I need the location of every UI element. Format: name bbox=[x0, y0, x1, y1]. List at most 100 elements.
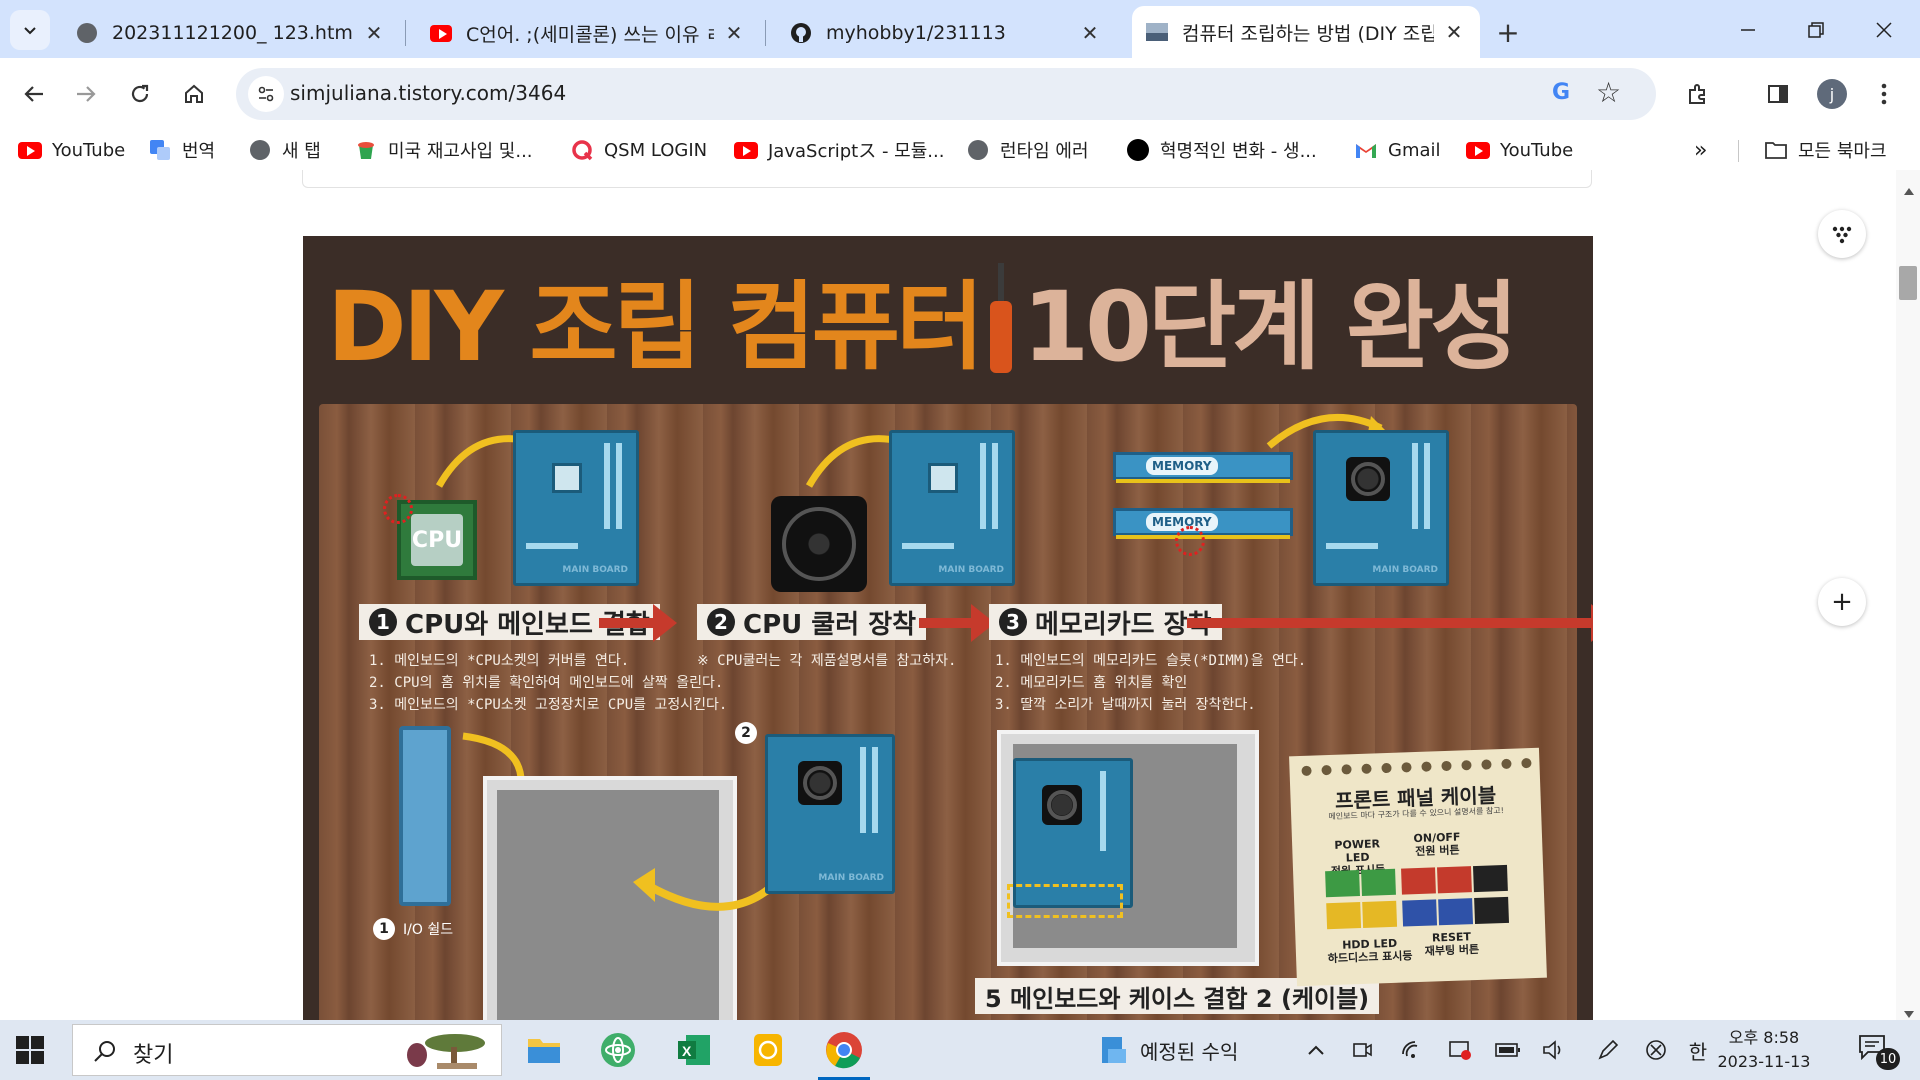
red-line bbox=[1187, 604, 1593, 642]
share-button[interactable] bbox=[1818, 210, 1866, 258]
windows-start-icon[interactable] bbox=[16, 1036, 44, 1064]
zoom-plus-button[interactable]: + bbox=[1818, 578, 1866, 626]
github-icon bbox=[790, 22, 812, 44]
reload-button[interactable] bbox=[118, 72, 162, 116]
youtube-icon bbox=[18, 138, 42, 162]
notification-center[interactable]: 10 bbox=[1858, 1034, 1900, 1070]
home-button[interactable] bbox=[172, 72, 216, 116]
ime-indicator[interactable]: 한 bbox=[1682, 1034, 1714, 1066]
io-shield-caption: 1 I/O 쉴드 bbox=[373, 918, 453, 940]
scroll-up-icon[interactable] bbox=[1904, 188, 1914, 195]
scroll-down-icon[interactable] bbox=[1904, 1011, 1914, 1018]
restore-button[interactable] bbox=[1786, 8, 1846, 52]
bookmark-runtime-error[interactable]: 런타임 에러 bbox=[966, 134, 1089, 166]
more-bookmarks-chevron-icon[interactable]: » bbox=[1694, 134, 1707, 166]
close-window-button[interactable] bbox=[1854, 8, 1914, 52]
search-label: 찾기 bbox=[133, 1043, 174, 1068]
io-shield bbox=[399, 726, 451, 906]
widget-news[interactable]: 예정된 수익 bbox=[1100, 1032, 1238, 1068]
bookmark-new-tab[interactable]: 새 탭 bbox=[248, 134, 321, 166]
bookmark-javascript[interactable]: JavaScriptス - 모듈... bbox=[734, 134, 944, 166]
widget-label: 예정된 수익 bbox=[1140, 1039, 1239, 1064]
bookmark-label: YouTube bbox=[52, 139, 126, 161]
tab-strip: 202311121200_ 123.html ✕ C언어. ;(세미콜론) 쓰는… bbox=[0, 0, 1920, 58]
profile-button[interactable]: j bbox=[1810, 72, 1854, 116]
mainboard: MAIN BOARD bbox=[765, 734, 895, 894]
new-tab-button[interactable]: + bbox=[1488, 12, 1528, 52]
tray-chevron-up-icon[interactable] bbox=[1300, 1034, 1332, 1066]
battery-icon[interactable] bbox=[1492, 1034, 1524, 1066]
desc-line: 1. 메인보드의 *CPU소켓의 커버를 연다. bbox=[369, 653, 630, 669]
scroll-thumb[interactable] bbox=[1899, 266, 1917, 300]
bookmark-gmail[interactable]: Gmail bbox=[1354, 134, 1441, 166]
system-clock[interactable]: 오후 8:58 2023-11-13 bbox=[1716, 1026, 1812, 1074]
pen-icon[interactable] bbox=[1592, 1034, 1624, 1066]
step-1-number: 1 bbox=[369, 608, 397, 636]
bookmark-qsm-login[interactable]: QSM LOGIN bbox=[570, 134, 707, 166]
tab-title: 202311121200_ 123.html bbox=[112, 22, 354, 44]
extensions-button[interactable] bbox=[1676, 72, 1720, 116]
tab-3[interactable]: myhobby1/231113 ✕ bbox=[776, 8, 1116, 58]
blocked-circle-icon[interactable] bbox=[1640, 1034, 1672, 1066]
excel-icon[interactable]: X bbox=[672, 1028, 716, 1072]
bookmark-translate[interactable]: 번역 bbox=[148, 134, 215, 166]
bookmark-us-inventory[interactable]: 미국 재고사입 및... bbox=[354, 134, 533, 166]
close-tab-icon[interactable]: ✕ bbox=[1442, 20, 1466, 44]
close-tab-icon[interactable]: ✕ bbox=[722, 21, 746, 45]
chevron-down-icon bbox=[24, 27, 36, 35]
volume-icon[interactable] bbox=[1538, 1034, 1570, 1066]
memory-label: MEMORY bbox=[1146, 457, 1218, 475]
notification-count: 10 bbox=[1876, 1048, 1900, 1070]
close-tab-icon[interactable]: ✕ bbox=[362, 21, 386, 45]
tab-4-active[interactable]: 컴퓨터 조립하는 방법 (DIY 조립 ✕ bbox=[1132, 6, 1480, 58]
address-bar[interactable]: simjuliana.tistory.com/3464 G ☆ bbox=[236, 68, 1656, 120]
bookmark-label: 새 탭 bbox=[282, 141, 321, 162]
step-2-title: CPU 쿨러 장착 bbox=[743, 609, 917, 640]
tab-title: myhobby1/231113 bbox=[826, 22, 1006, 44]
all-bookmarks-button[interactable]: 모든 북마크 bbox=[1764, 134, 1887, 166]
screen-record-icon[interactable] bbox=[1444, 1034, 1476, 1066]
taskbar-search[interactable]: 찾기 bbox=[72, 1024, 502, 1076]
diy-poster-image: DIY 조립 컴퓨터 10단계 완성 CPU MAIN BOARD MAIN B… bbox=[303, 236, 1593, 1020]
bookmark-star-icon[interactable]: ☆ bbox=[1596, 76, 1621, 109]
forward-arrow-icon bbox=[77, 86, 96, 102]
document-chart-icon bbox=[1102, 1037, 1126, 1063]
dots-grid-icon bbox=[1832, 226, 1852, 244]
site-info-button[interactable] bbox=[248, 76, 284, 112]
notch-marker bbox=[1175, 526, 1205, 556]
back-button[interactable] bbox=[12, 72, 56, 116]
youtube-icon bbox=[430, 22, 452, 44]
screwdriver-icon bbox=[990, 263, 1013, 373]
atom-app-icon[interactable] bbox=[596, 1028, 640, 1072]
tab-1[interactable]: 202311121200_ 123.html ✕ bbox=[62, 8, 400, 58]
menu-button[interactable] bbox=[1862, 72, 1906, 116]
bookmark-revolution[interactable]: 혁명적인 변화 - 생... bbox=[1126, 134, 1317, 166]
search-icon bbox=[94, 1041, 115, 1062]
bookmarks-bar: YouTube 번역 새 탭 미국 재고사입 및... QSM LOGIN Ja… bbox=[0, 130, 1920, 170]
back-arrow-icon bbox=[24, 86, 43, 102]
globe-icon bbox=[248, 138, 272, 162]
bookmark-youtube-2[interactable]: YouTube bbox=[1466, 134, 1573, 166]
tab-search-button[interactable] bbox=[10, 10, 50, 50]
poster-title-a: DIY 조립 컴퓨터 bbox=[327, 270, 984, 383]
tab-2[interactable]: C언어. ;(세미콜론) 쓰는 이유 ㄹ ✕ bbox=[416, 8, 760, 58]
bookmark-youtube[interactable]: YouTube bbox=[18, 134, 125, 166]
file-explorer-icon[interactable] bbox=[522, 1028, 566, 1072]
minimize-button[interactable] bbox=[1718, 8, 1778, 52]
step-2-desc: ※ CPU쿨러는 각 제품설명서를 참고하자. bbox=[697, 650, 956, 672]
camera-icon[interactable] bbox=[1346, 1034, 1378, 1066]
forward-button[interactable] bbox=[64, 72, 108, 116]
bookmark-label: QSM LOGIN bbox=[604, 139, 708, 161]
page-scrollbar[interactable] bbox=[1896, 170, 1920, 1020]
close-tab-icon[interactable]: ✕ bbox=[1078, 21, 1102, 45]
wifi-icon[interactable] bbox=[1396, 1034, 1428, 1066]
chrome-icon[interactable] bbox=[818, 1028, 870, 1080]
q-icon bbox=[570, 138, 594, 162]
side-panel-button[interactable] bbox=[1756, 72, 1800, 116]
youtube-icon bbox=[1466, 138, 1490, 162]
onoff-label: ON/OFF 전원 버튼 bbox=[1413, 830, 1461, 859]
google-lens-icon[interactable]: G bbox=[1552, 80, 1570, 105]
url-text[interactable]: simjuliana.tistory.com/3464 bbox=[290, 81, 566, 105]
red-arrow-icon bbox=[919, 604, 995, 642]
notes-app-icon[interactable] bbox=[746, 1028, 790, 1072]
